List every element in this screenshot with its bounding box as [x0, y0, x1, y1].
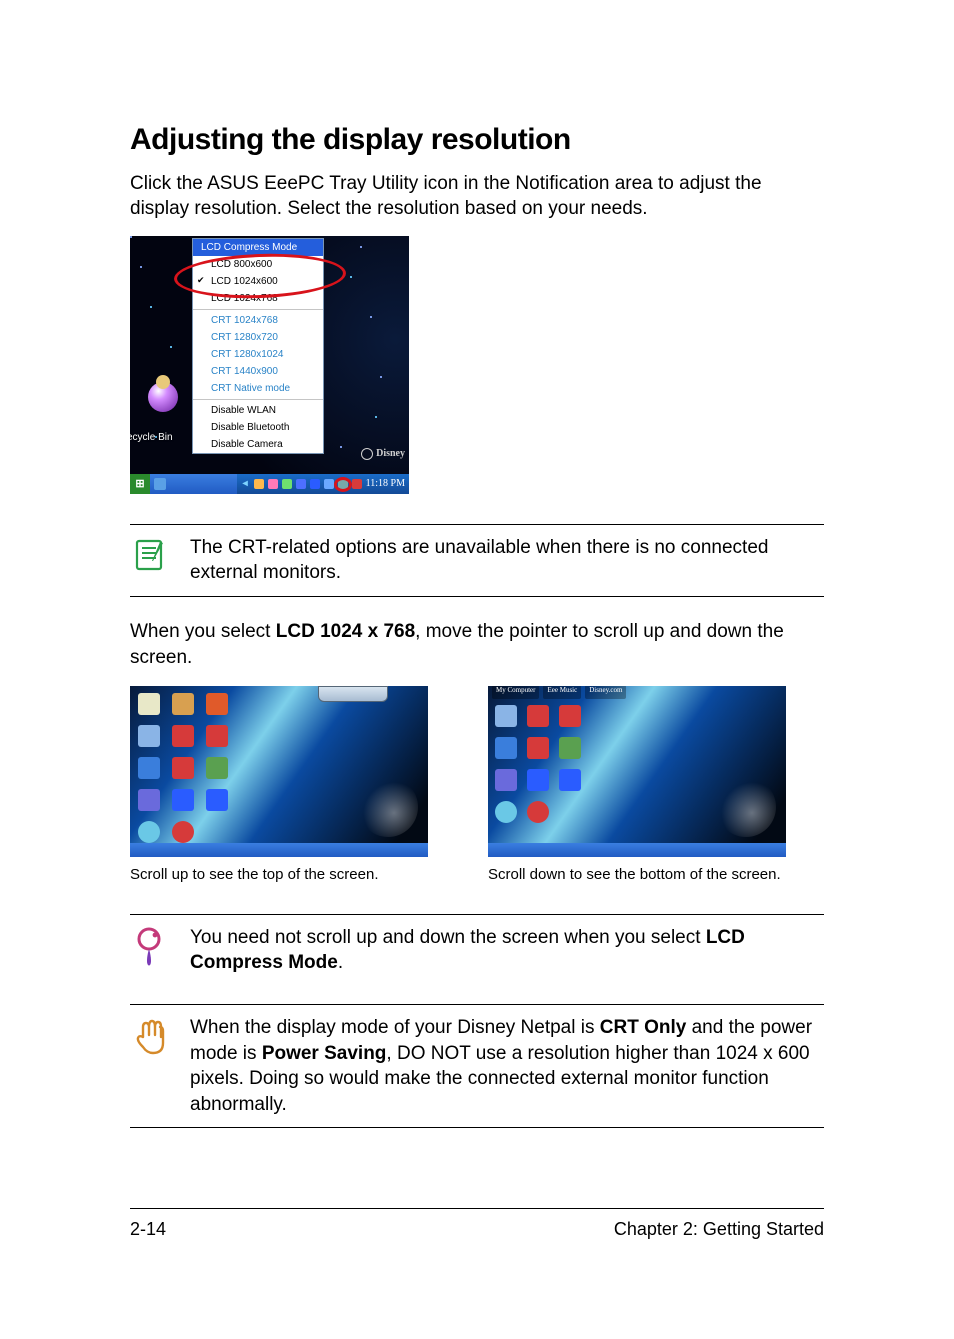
menu-crt-native: CRT Native mode	[193, 380, 323, 397]
desktop-icon-ball	[148, 382, 178, 412]
tray-icon[interactable]	[282, 479, 292, 489]
menu-crt-1280x1024: CRT 1280x1024	[193, 346, 323, 363]
menu-crt-1024x768: CRT 1024x768	[193, 312, 323, 329]
tray-icon[interactable]	[254, 479, 264, 489]
taskbar: ⊞ ◂ 11:18 PM	[130, 474, 409, 494]
page-heading: Adjusting the display resolution	[130, 120, 824, 161]
tray-expand-arrow[interactable]: ◂	[241, 478, 250, 489]
annotation-circle-trayicon	[334, 477, 352, 492]
menu-crt-1280x720: CRT 1280x720	[193, 329, 323, 346]
recycle-bin-label: ecycle Bin	[130, 432, 173, 443]
tray-screenshot: ecycle Bin Disney LCD Compress Mode LCD …	[130, 236, 409, 494]
screenshot-row: Scroll up to see the top of the screen. …	[130, 686, 824, 885]
menu-disable-wlan[interactable]: Disable WLAN	[193, 402, 323, 419]
taskbar-clock: 11:18 PM	[366, 478, 405, 489]
note-icon	[130, 535, 172, 586]
system-tray: ◂ 11:18 PM	[237, 474, 409, 494]
note-compress-mode: You need not scroll up and down the scre…	[130, 914, 824, 982]
note-crt-only-warning: When the display mode of your Disney Net…	[130, 1004, 824, 1129]
tray-icon[interactable]	[310, 479, 320, 489]
screenshot-scroll-down: My Computer Eee Music Disney.com	[488, 686, 786, 857]
tray-utility-icon[interactable]	[352, 479, 362, 489]
page-number: 2-14	[130, 1217, 166, 1241]
screenshot-scroll-up	[130, 686, 428, 857]
intro-paragraph: Click the ASUS EeePC Tray Utility icon i…	[130, 171, 824, 222]
menu-crt-1440x900: CRT 1440x900	[193, 363, 323, 380]
menu-disable-camera[interactable]: Disable Camera	[193, 436, 323, 453]
page-footer: 2-14 Chapter 2: Getting Started	[130, 1208, 824, 1241]
menu-disable-bluetooth[interactable]: Disable Bluetooth	[193, 419, 323, 436]
note-text: The CRT-related options are unavailable …	[190, 535, 824, 586]
screenshot-caption-b: Scroll down to see the bottom of the scr…	[488, 865, 786, 885]
note-text: You need not scroll up and down the scre…	[190, 925, 824, 976]
tray-icon[interactable]	[268, 479, 278, 489]
tray-icon[interactable]	[324, 479, 334, 489]
note-crt-unavailable: The CRT-related options are unavailable …	[130, 524, 824, 597]
disney-logo: Disney	[361, 448, 405, 460]
tip-icon	[130, 925, 172, 976]
start-button[interactable]: ⊞	[130, 474, 150, 494]
screenshot-caption-a: Scroll up to see the top of the screen.	[130, 865, 428, 885]
scroll-instruction: When you select LCD 1024 x 768, move the…	[130, 619, 824, 670]
caution-hand-icon	[130, 1015, 172, 1118]
chapter-title: Chapter 2: Getting Started	[614, 1217, 824, 1241]
note-text: When the display mode of your Disney Net…	[190, 1015, 824, 1118]
tray-icon[interactable]	[296, 479, 306, 489]
